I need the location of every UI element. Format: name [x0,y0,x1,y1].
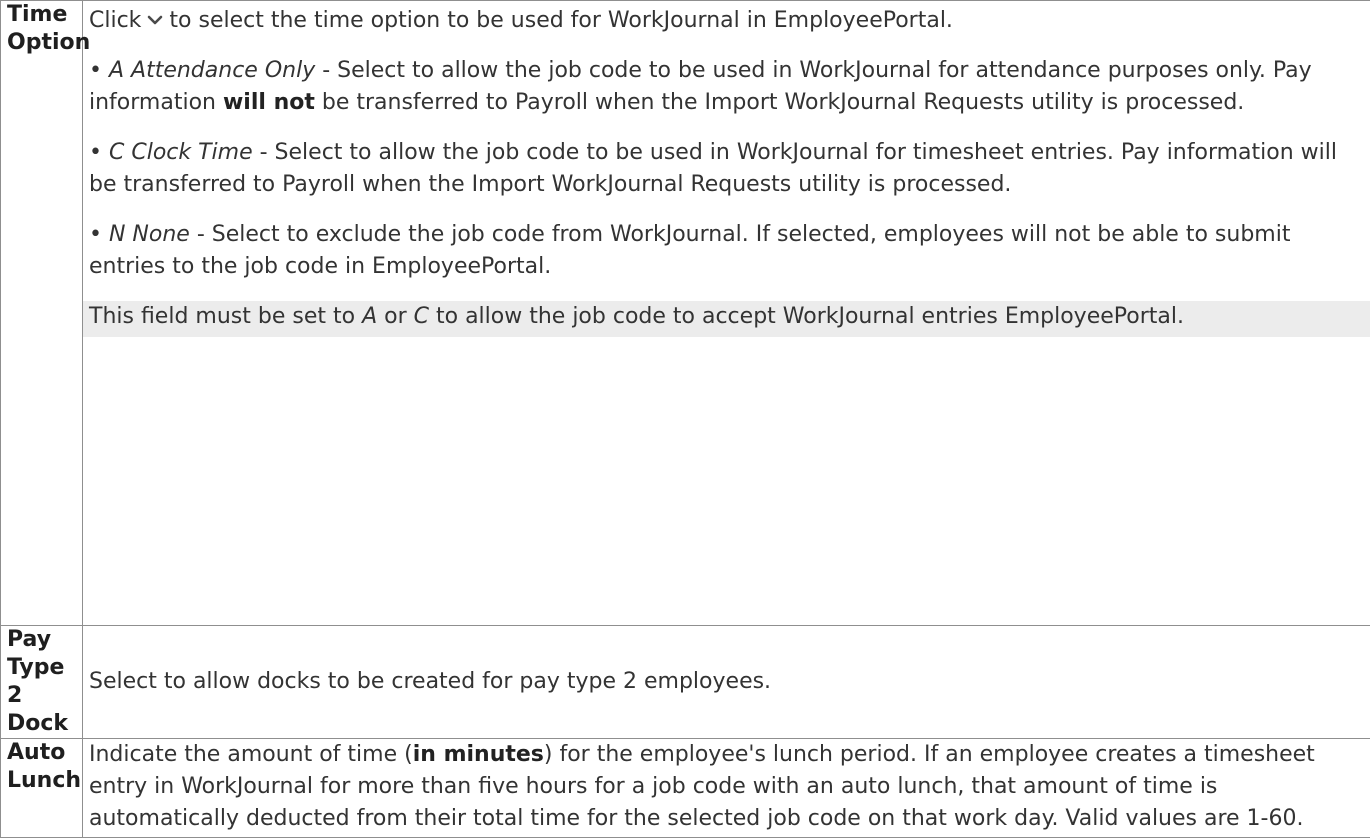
note-text-mid: or [377,304,414,329]
option-c: • C Clock Time - Select to allow the job… [89,137,1364,201]
option-emphasis: will not [223,90,315,115]
bullet: • [89,140,102,165]
field-description: Click to select the time option to be use… [83,1,1370,626]
note-text-end: to allow the job code to accept WorkJour… [429,304,1184,329]
bullet: • [89,58,102,83]
field-name: Pay Type 2 Dock [1,626,83,739]
option-code: A Attendance Only [109,58,315,83]
option-a: • A Attendance Only - Select to allow th… [89,55,1364,119]
note-option-c: C [414,304,429,329]
option-n: • N None - Select to exclude the job cod… [89,219,1364,283]
option-text: - Select to allow the job code to be use… [89,140,1337,197]
option-code: C Clock Time [109,140,253,165]
note-text: This field must be set to [89,304,362,329]
note-paragraph: This field must be set to A or C to allo… [89,301,1364,337]
description-text: Indicate the amount of time ( [89,742,413,767]
table-row-time-option: Time Option Click to select the time opti… [1,1,1370,626]
option-code: N None [109,222,190,247]
note-box: This field must be set to A or C to allo… [83,301,1370,337]
intro-paragraph: Click to select the time option to be use… [89,5,1364,37]
field-description: Select to allow docks to be created for … [83,626,1370,739]
table-row-pay-type-2-dock: Pay Type 2 Dock Select to allow docks to… [1,626,1370,739]
table-row-auto-lunch: Auto Lunch Indicate the amount of time (… [1,739,1370,838]
bullet: • [89,222,102,247]
field-name: Auto Lunch [1,739,83,838]
description-emphasis: in minutes [413,742,544,767]
intro-text-end: to select the time option to be used for… [169,8,953,33]
field-description: Indicate the amount of time (in minutes)… [83,739,1370,838]
option-text: - Select to exclude the job code from Wo… [89,222,1290,279]
field-definitions-table: Time Option Click to select the time opti… [0,0,1370,838]
option-text-end: be transferred to Payroll when the Impor… [315,90,1244,115]
chevron-down-icon [145,8,165,28]
intro-text-start: Click [89,8,141,33]
field-name: Time Option [1,1,83,626]
note-option-a: A [362,304,377,329]
